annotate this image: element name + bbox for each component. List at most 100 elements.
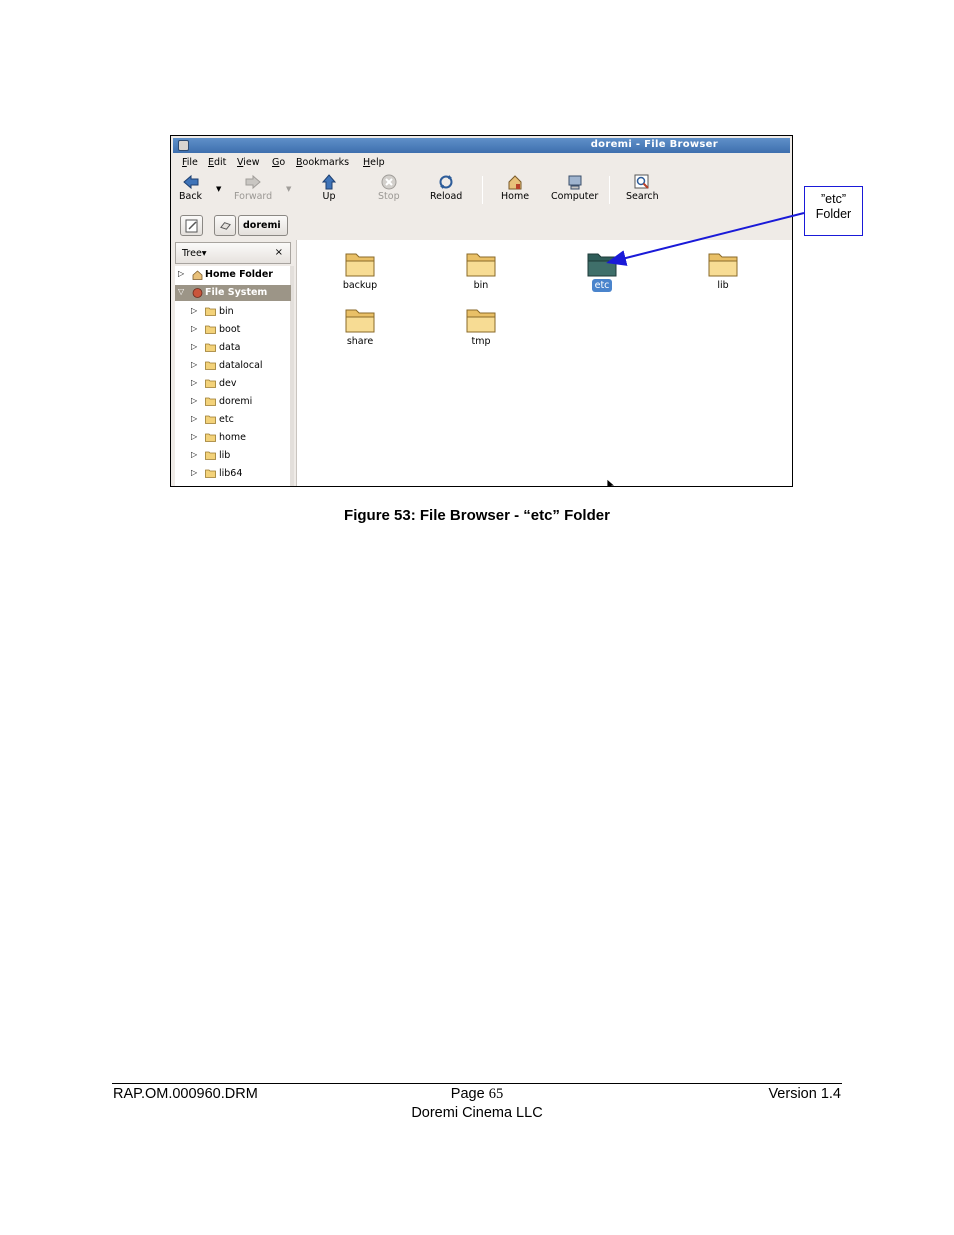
folder-icon (587, 253, 617, 277)
folder-icon (708, 253, 738, 277)
expander-right-icon[interactable]: ▷ (191, 396, 197, 405)
folder-item-lib[interactable]: lib (683, 249, 763, 292)
stop-icon (381, 174, 397, 190)
back-button[interactable]: Back (179, 174, 202, 202)
folder-icon (205, 433, 216, 442)
tree-node-datalocal[interactable]: ▷ datalocal (175, 358, 291, 374)
expander-right-icon[interactable]: ▷ (191, 324, 197, 333)
folder-icon (466, 253, 496, 277)
footer-page-number: 65 (488, 1086, 504, 1102)
folder-icon (205, 307, 216, 316)
expander-right-icon[interactable]: ▷ (191, 306, 197, 315)
tree-node-lib[interactable]: ▷ lib (175, 448, 291, 464)
sidebar-view-selector[interactable]: Tree▾ (182, 248, 207, 259)
expander-down-icon[interactable]: ▽ (178, 287, 184, 296)
tree-node-dev[interactable]: ▷ dev (175, 376, 291, 392)
folder-icon (205, 361, 216, 370)
folder-icon (345, 253, 375, 277)
folder-item-share[interactable]: share (320, 305, 400, 348)
folder-icon (205, 343, 216, 352)
computer-icon (568, 175, 582, 190)
tree-view: ▷ Home Folder ▽ File System ▷ bin ▷ boot… (175, 266, 294, 486)
folder-icon (205, 325, 216, 334)
expander-right-icon[interactable]: ▷ (178, 269, 184, 278)
folder-icon (205, 379, 216, 388)
folder-icon (205, 469, 216, 478)
location-bar: doremi (171, 213, 792, 239)
window-title: doremi - File Browser (590, 139, 718, 150)
folder-item-etc[interactable]: etc (562, 249, 642, 292)
forward-arrow-icon (245, 174, 261, 190)
expander-right-icon[interactable]: ▷ (191, 378, 197, 387)
search-icon (634, 174, 650, 189)
forward-button[interactable]: Forward (234, 174, 272, 202)
footer-page-label: Page (450, 1086, 485, 1102)
path-button-doremi[interactable]: doremi (238, 215, 288, 236)
expander-right-icon[interactable]: ▷ (191, 432, 197, 441)
reload-button[interactable]: Reload (430, 174, 462, 202)
toolbar-separator (609, 176, 610, 204)
tree-node-boot[interactable]: ▷ boot (175, 322, 291, 338)
menu-bar: File Edit View Go Bookmarks Help (171, 154, 792, 171)
forward-history-dropdown-icon[interactable]: ▼ (286, 185, 291, 193)
folder-icon (205, 451, 216, 460)
tree-node-data[interactable]: ▷ data (175, 340, 291, 356)
sidebar: Tree▾ × ▷ Home Folder ▽ File System ▷ bi… (175, 242, 294, 486)
footer-version: Version 1.4 (768, 1086, 841, 1102)
file-system-icon (192, 288, 203, 298)
sidebar-header: Tree▾ × (175, 242, 291, 264)
drive-icon (220, 222, 231, 230)
back-arrow-icon (182, 174, 199, 190)
toolbar-separator (482, 176, 483, 204)
folder-item-backup[interactable]: backup (320, 249, 400, 292)
folder-icon (466, 309, 496, 333)
tree-node-home-folder[interactable]: ▷ Home Folder (175, 267, 291, 283)
menu-view[interactable]: View (237, 157, 260, 168)
toolbar: Back ▼ Forward ▼ Up Stop Reload Home Com… (171, 172, 792, 208)
up-button[interactable]: Up (321, 174, 337, 202)
menu-go[interactable]: Go (272, 157, 285, 168)
tree-node-lib64[interactable]: ▷ lib64 (175, 466, 291, 482)
expander-right-icon[interactable]: ▷ (191, 342, 197, 351)
footer-company: Doremi Cinema LLC (411, 1105, 543, 1121)
file-browser-window: doremi - File Browser File Edit View Go … (170, 135, 793, 487)
tree-node-file-system[interactable]: ▽ File System (175, 285, 291, 301)
folder-item-tmp[interactable]: tmp (441, 305, 521, 348)
home-icon (508, 175, 522, 190)
up-arrow-icon (321, 174, 337, 190)
filesystem-root-button[interactable] (214, 215, 236, 236)
back-history-dropdown-icon[interactable]: ▼ (216, 185, 221, 193)
search-button[interactable]: Search (626, 174, 659, 202)
tree-node-bin[interactable]: ▷ bin (175, 304, 291, 320)
menu-bookmarks[interactable]: Bookmarks (296, 157, 349, 168)
sidebar-close-icon[interactable]: × (275, 247, 283, 258)
folder-icon (205, 415, 216, 424)
edit-location-icon (185, 219, 198, 233)
stop-button[interactable]: Stop (378, 174, 400, 202)
footer-rule (112, 1083, 842, 1084)
expander-right-icon[interactable]: ▷ (191, 414, 197, 423)
folder-item-bin[interactable]: bin (441, 249, 521, 292)
callout-line-2: Folder (815, 207, 852, 221)
icon-view: backup bin etc lib share tmp (296, 240, 792, 486)
reload-icon (439, 175, 453, 189)
folder-icon (205, 397, 216, 406)
callout-line-1: ”etc” (821, 192, 846, 206)
tree-node-etc[interactable]: ▷ etc (175, 412, 291, 428)
mouse-cursor-icon (606, 478, 616, 486)
home-folder-icon (192, 270, 203, 280)
home-button[interactable]: Home (501, 174, 529, 202)
location-text-toggle-button[interactable] (180, 215, 203, 236)
menu-edit[interactable]: Edit (208, 157, 226, 168)
window-menu-icon[interactable] (178, 140, 189, 151)
tree-node-doremi[interactable]: ▷ doremi (175, 394, 291, 410)
computer-button[interactable]: Computer (551, 174, 598, 202)
tree-node-home[interactable]: ▷ home (175, 430, 291, 446)
menu-file[interactable]: File (182, 157, 198, 168)
expander-right-icon[interactable]: ▷ (191, 450, 197, 459)
expander-right-icon[interactable]: ▷ (191, 468, 197, 477)
title-bar: doremi - File Browser (173, 138, 790, 153)
callout-box: ”etc” Folder (804, 186, 863, 236)
menu-help[interactable]: Help (363, 157, 385, 168)
expander-right-icon[interactable]: ▷ (191, 360, 197, 369)
